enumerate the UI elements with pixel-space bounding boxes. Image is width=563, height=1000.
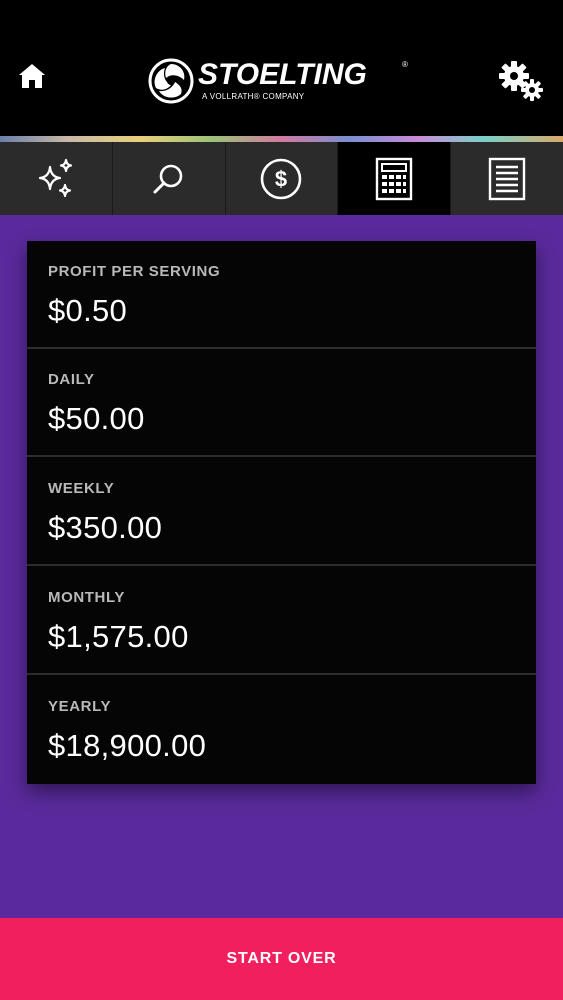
result-row-profit-per-serving: PROFIT PER SERVING $0.50 [27,241,536,349]
home-button[interactable] [16,60,48,92]
result-row-yearly: YEARLY $18,900.00 [27,676,536,784]
tab-search[interactable] [113,142,226,215]
brand-wordmark: STOELTING [198,58,367,91]
result-label: YEARLY [48,698,112,715]
dollar-circle-icon: $ [261,158,302,199]
result-row-monthly: MONTHLY $1,575.00 [27,567,536,675]
sparkles-icon [38,158,72,197]
tab-featured[interactable] [0,142,113,215]
calculator-icon [376,157,413,200]
settings-button[interactable] [497,56,545,104]
tab-summary[interactable] [451,142,563,215]
brand-tagline: A VOLLRATH® COMPANY [202,92,305,101]
gear-icon [499,61,543,101]
app-header: STOELTING ® A VOLLRATH® COMPANY [0,0,563,140]
svg-text:$: $ [275,166,287,191]
result-label: MONTHLY [48,589,125,606]
registered-mark: ® [402,60,408,69]
result-row-daily: DAILY $50.00 [27,349,536,457]
document-icon [488,157,526,200]
result-label: WEEKLY [48,480,115,497]
tab-calculator[interactable] [338,142,452,215]
stoelting-logo: STOELTING ® A VOLLRATH® COMPANY [148,56,408,106]
search-icon [153,164,182,193]
result-value: $50.00 [48,401,145,436]
result-value: $1,575.00 [48,619,189,654]
logo-mark-icon [148,58,194,104]
results-card: PROFIT PER SERVING $0.50 DAILY $50.00 WE… [27,241,536,784]
tab-pricing[interactable]: $ [226,142,339,215]
result-value: $350.00 [48,510,163,545]
result-value: $0.50 [48,293,128,328]
result-row-weekly: WEEKLY $350.00 [27,458,536,566]
home-icon [19,64,45,88]
start-over-button[interactable]: START OVER [0,918,563,1000]
result-label: DAILY [48,371,95,388]
result-label: PROFIT PER SERVING [48,263,221,280]
tab-bar: $ [0,142,563,215]
result-value: $18,900.00 [48,728,207,763]
